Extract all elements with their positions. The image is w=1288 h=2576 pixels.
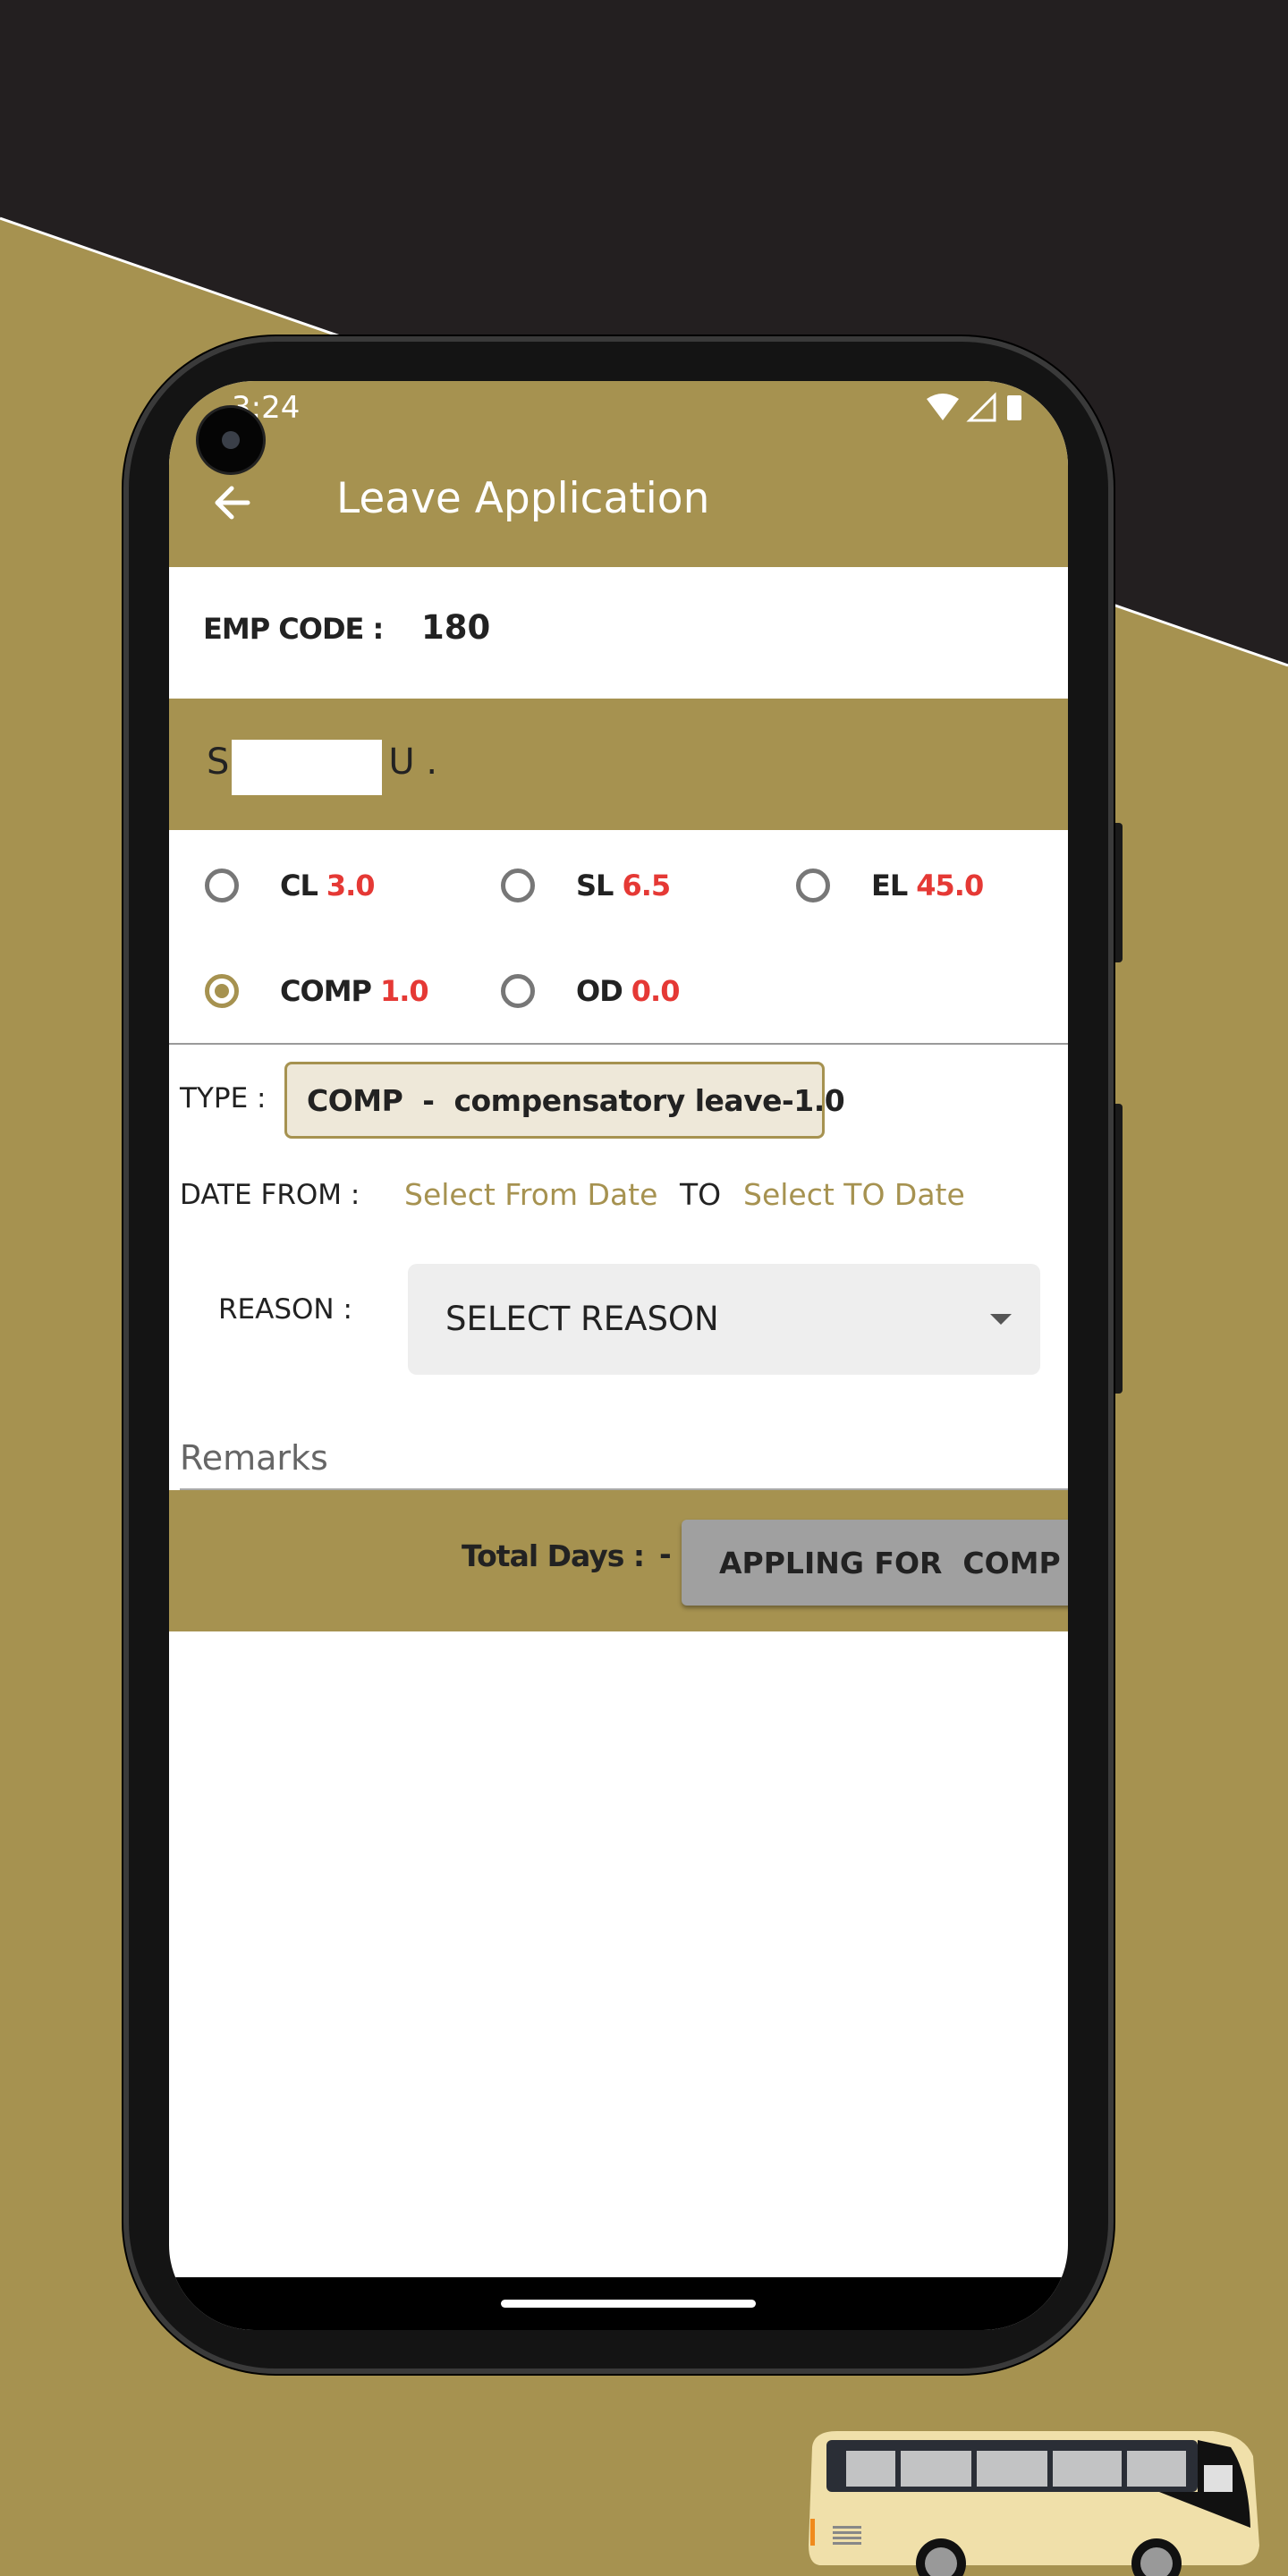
phone-power-button: [1114, 823, 1123, 962]
footer-bar: Total Days : - APPLING FOR COMP: [169, 1490, 1068, 1631]
radio-label: SL: [576, 869, 614, 902]
emp-code-value: 180: [421, 608, 491, 647]
apply-button[interactable]: APPLING FOR COMP: [682, 1520, 1068, 1606]
camera-cutout: [199, 408, 263, 472]
employee-name-bar: S U .: [169, 699, 1068, 830]
page-title: Leave Application: [336, 474, 710, 523]
phone-volume-button: [1114, 1104, 1123, 1394]
radio-circle[interactable]: [796, 869, 830, 902]
total-days-label: Total Days :: [462, 1538, 645, 1573]
reason-label: REASON :: [218, 1293, 352, 1326]
radio-comp[interactable]: COMP 1.0: [205, 974, 429, 1008]
leave-balance: 0.0: [631, 974, 681, 1008]
wifi-icon: [927, 394, 959, 420]
home-indicator[interactable]: [501, 2300, 756, 2308]
leave-balance: 3.0: [326, 869, 376, 902]
arrow-left-icon[interactable]: [208, 478, 258, 528]
radio-el[interactable]: EL 45.0: [796, 869, 984, 902]
radio-sl[interactable]: SL 6.5: [501, 869, 671, 902]
bus-illustration: [809, 2431, 1259, 2576]
leave-balance: 45.0: [916, 869, 984, 902]
leave-type-chip: COMP - compensatory leave-1.0: [284, 1062, 845, 1139]
leave-balance: 6.5: [622, 869, 671, 902]
radio-circle[interactable]: [501, 974, 535, 1008]
radio-label: COMP: [280, 974, 372, 1008]
type-label: TYPE :: [180, 1082, 267, 1114]
from-date-picker[interactable]: Select From Date: [404, 1177, 657, 1212]
battery-icon: [1007, 395, 1021, 420]
remarks-input[interactable]: [180, 1428, 1068, 1490]
to-date-picker[interactable]: Select TO Date: [743, 1177, 965, 1212]
radio-label: OD: [576, 974, 623, 1008]
leave-balance: 1.0: [379, 974, 429, 1008]
emp-code-label: EMP CODE :: [203, 612, 384, 646]
radio-label: EL: [871, 869, 908, 902]
radio-circle-selected[interactable]: [205, 974, 239, 1008]
reason-dropdown[interactable]: SELECT REASON: [408, 1264, 1040, 1375]
radio-cl[interactable]: CL 3.0: [205, 869, 376, 902]
to-label: TO: [680, 1177, 722, 1212]
radio-circle[interactable]: [205, 869, 239, 902]
date-from-label: DATE FROM :: [180, 1179, 360, 1211]
radio-circle[interactable]: [501, 869, 535, 902]
app-bar: 3:24 Leave Application: [169, 381, 1068, 567]
radio-od[interactable]: OD 0.0: [501, 974, 681, 1008]
total-days-value: -: [659, 1537, 672, 1572]
caret-down-icon: [990, 1314, 1012, 1325]
employee-name: S U .: [207, 741, 438, 783]
reason-selected-value: SELECT REASON: [445, 1300, 719, 1338]
signal-icon: [966, 392, 996, 422]
phone-screen: 3:24 Leave Application EMP CODE : 180 S …: [169, 381, 1068, 2330]
radio-label: CL: [280, 869, 318, 902]
emp-code-section: EMP CODE : 180: [169, 567, 1068, 699]
leave-type-radio-group: CL 3.0 SL 6.5 EL 45.0 COMP 1.0 OD 0.0: [169, 830, 1068, 1045]
